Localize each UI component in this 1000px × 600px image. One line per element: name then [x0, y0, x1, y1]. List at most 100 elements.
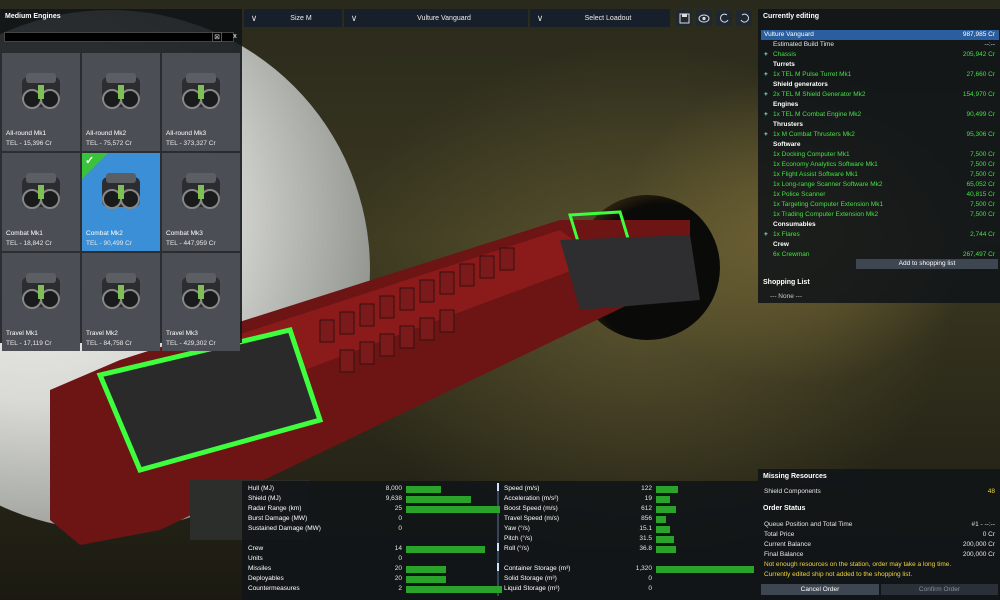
- engine-card[interactable]: All-round Mk3 TEL - 373,327 Cr: [162, 53, 240, 151]
- stat-value: 612: [641, 505, 652, 512]
- engine-card[interactable]: All-round Mk2 TEL - 75,572 Cr: [82, 53, 160, 151]
- engine-card-name: Combat Mk1: [6, 230, 43, 237]
- loadout-item[interactable]: +1x TEL M Pulse Turret Mk1 27,660 Cr: [761, 70, 999, 80]
- stat-row: Roll (°/s) 36.8: [504, 544, 756, 554]
- close-panel-button[interactable]: x: [230, 32, 240, 42]
- stat-row: Shield (MJ) 9,638: [248, 494, 502, 504]
- expand-icon[interactable]: +: [764, 70, 768, 80]
- engine-card-price: TEL - 18,842 Cr: [6, 240, 53, 247]
- stat-value: 31.5: [639, 535, 652, 542]
- cancel-order-button[interactable]: Cancel Order: [761, 584, 879, 595]
- chassis-row[interactable]: + Chassis 205,942 Cr: [761, 50, 999, 60]
- section-header-label: Consumables: [773, 221, 816, 228]
- confirm-order-button[interactable]: Confirm Order: [881, 584, 998, 595]
- loadout-item-price: 7,500 Cr: [970, 171, 995, 178]
- loadout-item[interactable]: 1x Long-range Scanner Software Mk2 65,052…: [761, 180, 999, 190]
- save-icon[interactable]: [676, 10, 692, 26]
- engine-card-price: TEL - 429,302 Cr: [166, 340, 216, 347]
- loadout-item[interactable]: 1x Trading Computer Extension Mk2 7,500 C…: [761, 210, 999, 220]
- engine-card-price: TEL - 373,327 Cr: [166, 140, 216, 147]
- loadout-item[interactable]: +1x M Combat Thrusters Mk2 95,306 Cr: [761, 130, 999, 140]
- stat-bar: [406, 576, 446, 583]
- loadout-item-price: 27,660 Cr: [966, 71, 995, 78]
- loadout-item-price: 7,500 Cr: [970, 151, 995, 158]
- stat-value: 1,320: [635, 565, 652, 572]
- loadout-item-label: 1x Docking Computer Mk1: [773, 151, 850, 158]
- engine-card-price: TEL - 90,499 Cr: [86, 240, 133, 247]
- clear-search-icon[interactable]: ⊠: [212, 32, 222, 42]
- size-dropdown[interactable]: ∨ Size M: [244, 9, 342, 27]
- expand-icon[interactable]: +: [764, 90, 768, 100]
- stat-row: Yaw (°/s) 15.1: [504, 524, 756, 534]
- engine-card[interactable]: All-round Mk1 TEL - 15,396 Cr: [2, 53, 80, 151]
- stat-row: Countermeasures 2: [248, 584, 502, 594]
- currently-editing-panel: Currently editing Vulture Vanguard 987,9…: [758, 9, 1000, 303]
- loadout-item[interactable]: +1x Flares 2,744 Cr: [761, 230, 999, 240]
- undo-icon[interactable]: [716, 10, 732, 26]
- chassis-price: 205,942 Cr: [962, 51, 995, 58]
- ship-row[interactable]: Vulture Vanguard 987,985 Cr: [761, 30, 999, 40]
- section-header: Crew: [761, 240, 999, 250]
- total-price-row: Total Price 0 Cr: [761, 530, 999, 540]
- engine-card[interactable]: Travel Mk3 TEL - 429,302 Cr: [162, 253, 240, 351]
- shield-components-label: Shield Components: [764, 488, 821, 495]
- expand-icon[interactable]: +: [764, 130, 768, 140]
- loadout-item[interactable]: +2x TEL M Shield Generator Mk2 154,970 Cr: [761, 90, 999, 100]
- expand-icon[interactable]: +: [764, 110, 768, 120]
- stat-row: Deployables 20: [248, 574, 502, 584]
- engine-card[interactable]: Travel Mk1 TEL - 17,119 Cr: [2, 253, 80, 351]
- shopping-list-title: Shopping List: [763, 279, 810, 286]
- loadout-item-label: 1x TEL M Pulse Turret Mk1: [773, 71, 852, 78]
- loadout-item-label: 1x M Combat Thrusters Mk2: [773, 131, 855, 138]
- engine-card[interactable]: Combat Mk3 TEL - 447,959 Cr: [162, 153, 240, 251]
- eye-icon[interactable]: [696, 10, 712, 26]
- loadout-item-label: 1x TEL M Combat Engine Mk2: [773, 111, 862, 118]
- total-price-value: 0 Cr: [982, 531, 995, 538]
- loadout-item-label: 6x Crewman: [773, 251, 810, 258]
- expand-icon[interactable]: +: [764, 230, 768, 240]
- loadout-item-price: 7,500 Cr: [970, 211, 995, 218]
- build-time-label: Estimated Build Time: [773, 41, 835, 48]
- stat-bar: [656, 536, 674, 543]
- stat-value: 9,638: [385, 495, 402, 502]
- stat-row: Missiles 20: [248, 564, 502, 574]
- stat-row: Solid Storage (m³) 0: [504, 574, 756, 584]
- queue-label: Queue Position and Total Time: [764, 521, 853, 528]
- engine-card[interactable]: Combat Mk1 TEL - 18,842 Cr: [2, 153, 80, 251]
- loadout-item-price: 40,815 Cr: [966, 191, 995, 198]
- stat-bar: [656, 496, 670, 503]
- loadout-item-label: 1x Economy Analytics Software Mk1: [773, 161, 878, 168]
- stat-value: 0: [398, 555, 402, 562]
- loadout-item[interactable]: 1x Targeting Computer Extension Mk1 7,500…: [761, 200, 999, 210]
- search-input[interactable]: [4, 32, 234, 42]
- loadout-item[interactable]: 1x Flight Assist Software Mk1 7,500 Cr: [761, 170, 999, 180]
- current-balance-row: Current Balance 200,000 Cr: [761, 540, 999, 550]
- redo-icon[interactable]: [736, 10, 752, 26]
- engine-card[interactable]: ✓ Combat Mk2 TEL - 90,499 Cr: [82, 153, 160, 251]
- add-to-shopping-list-button[interactable]: Add to shopping list: [856, 259, 998, 269]
- stat-row: Burst Damage (MW) 0: [248, 514, 502, 524]
- engine-icon: [102, 273, 140, 309]
- loadout-item-label: 1x Flight Assist Software Mk1: [773, 171, 858, 178]
- stat-bar: [656, 566, 754, 573]
- loadout-item[interactable]: 1x Police Scanner 40,815 Cr: [761, 190, 999, 200]
- loadout-item-price: 95,306 Cr: [966, 131, 995, 138]
- stat-value: 2: [398, 585, 402, 592]
- missing-resources-title: Missing Resources: [763, 473, 827, 480]
- current-balance-label: Current Balance: [764, 541, 811, 548]
- ship-dropdown[interactable]: ∨ Vulture Vanguard: [344, 9, 528, 27]
- loadout-dropdown[interactable]: ∨ Select Loadout: [530, 9, 670, 27]
- loadout-item[interactable]: 1x Economy Analytics Software Mk1 7,500 C…: [761, 160, 999, 170]
- engine-card-price: TEL - 75,572 Cr: [86, 140, 133, 147]
- stat-row: Boost Speed (m/s) 612: [504, 504, 756, 514]
- engine-card-name: Travel Mk3: [166, 330, 198, 337]
- engine-card[interactable]: Travel Mk2 TEL - 84,758 Cr: [82, 253, 160, 351]
- engine-card-name: All-round Mk2: [86, 130, 127, 137]
- expand-icon[interactable]: +: [764, 50, 768, 60]
- engine-icon: [182, 73, 220, 109]
- stat-value: 15.1: [639, 525, 652, 532]
- loadout-item[interactable]: +1x TEL M Combat Engine Mk2 90,499 Cr: [761, 110, 999, 120]
- loadout-item[interactable]: 1x Docking Computer Mk1 7,500 Cr: [761, 150, 999, 160]
- loadout-dropdown-label: Select Loadout: [584, 14, 632, 22]
- stat-row: Sustained Damage (MW) 0: [248, 524, 502, 534]
